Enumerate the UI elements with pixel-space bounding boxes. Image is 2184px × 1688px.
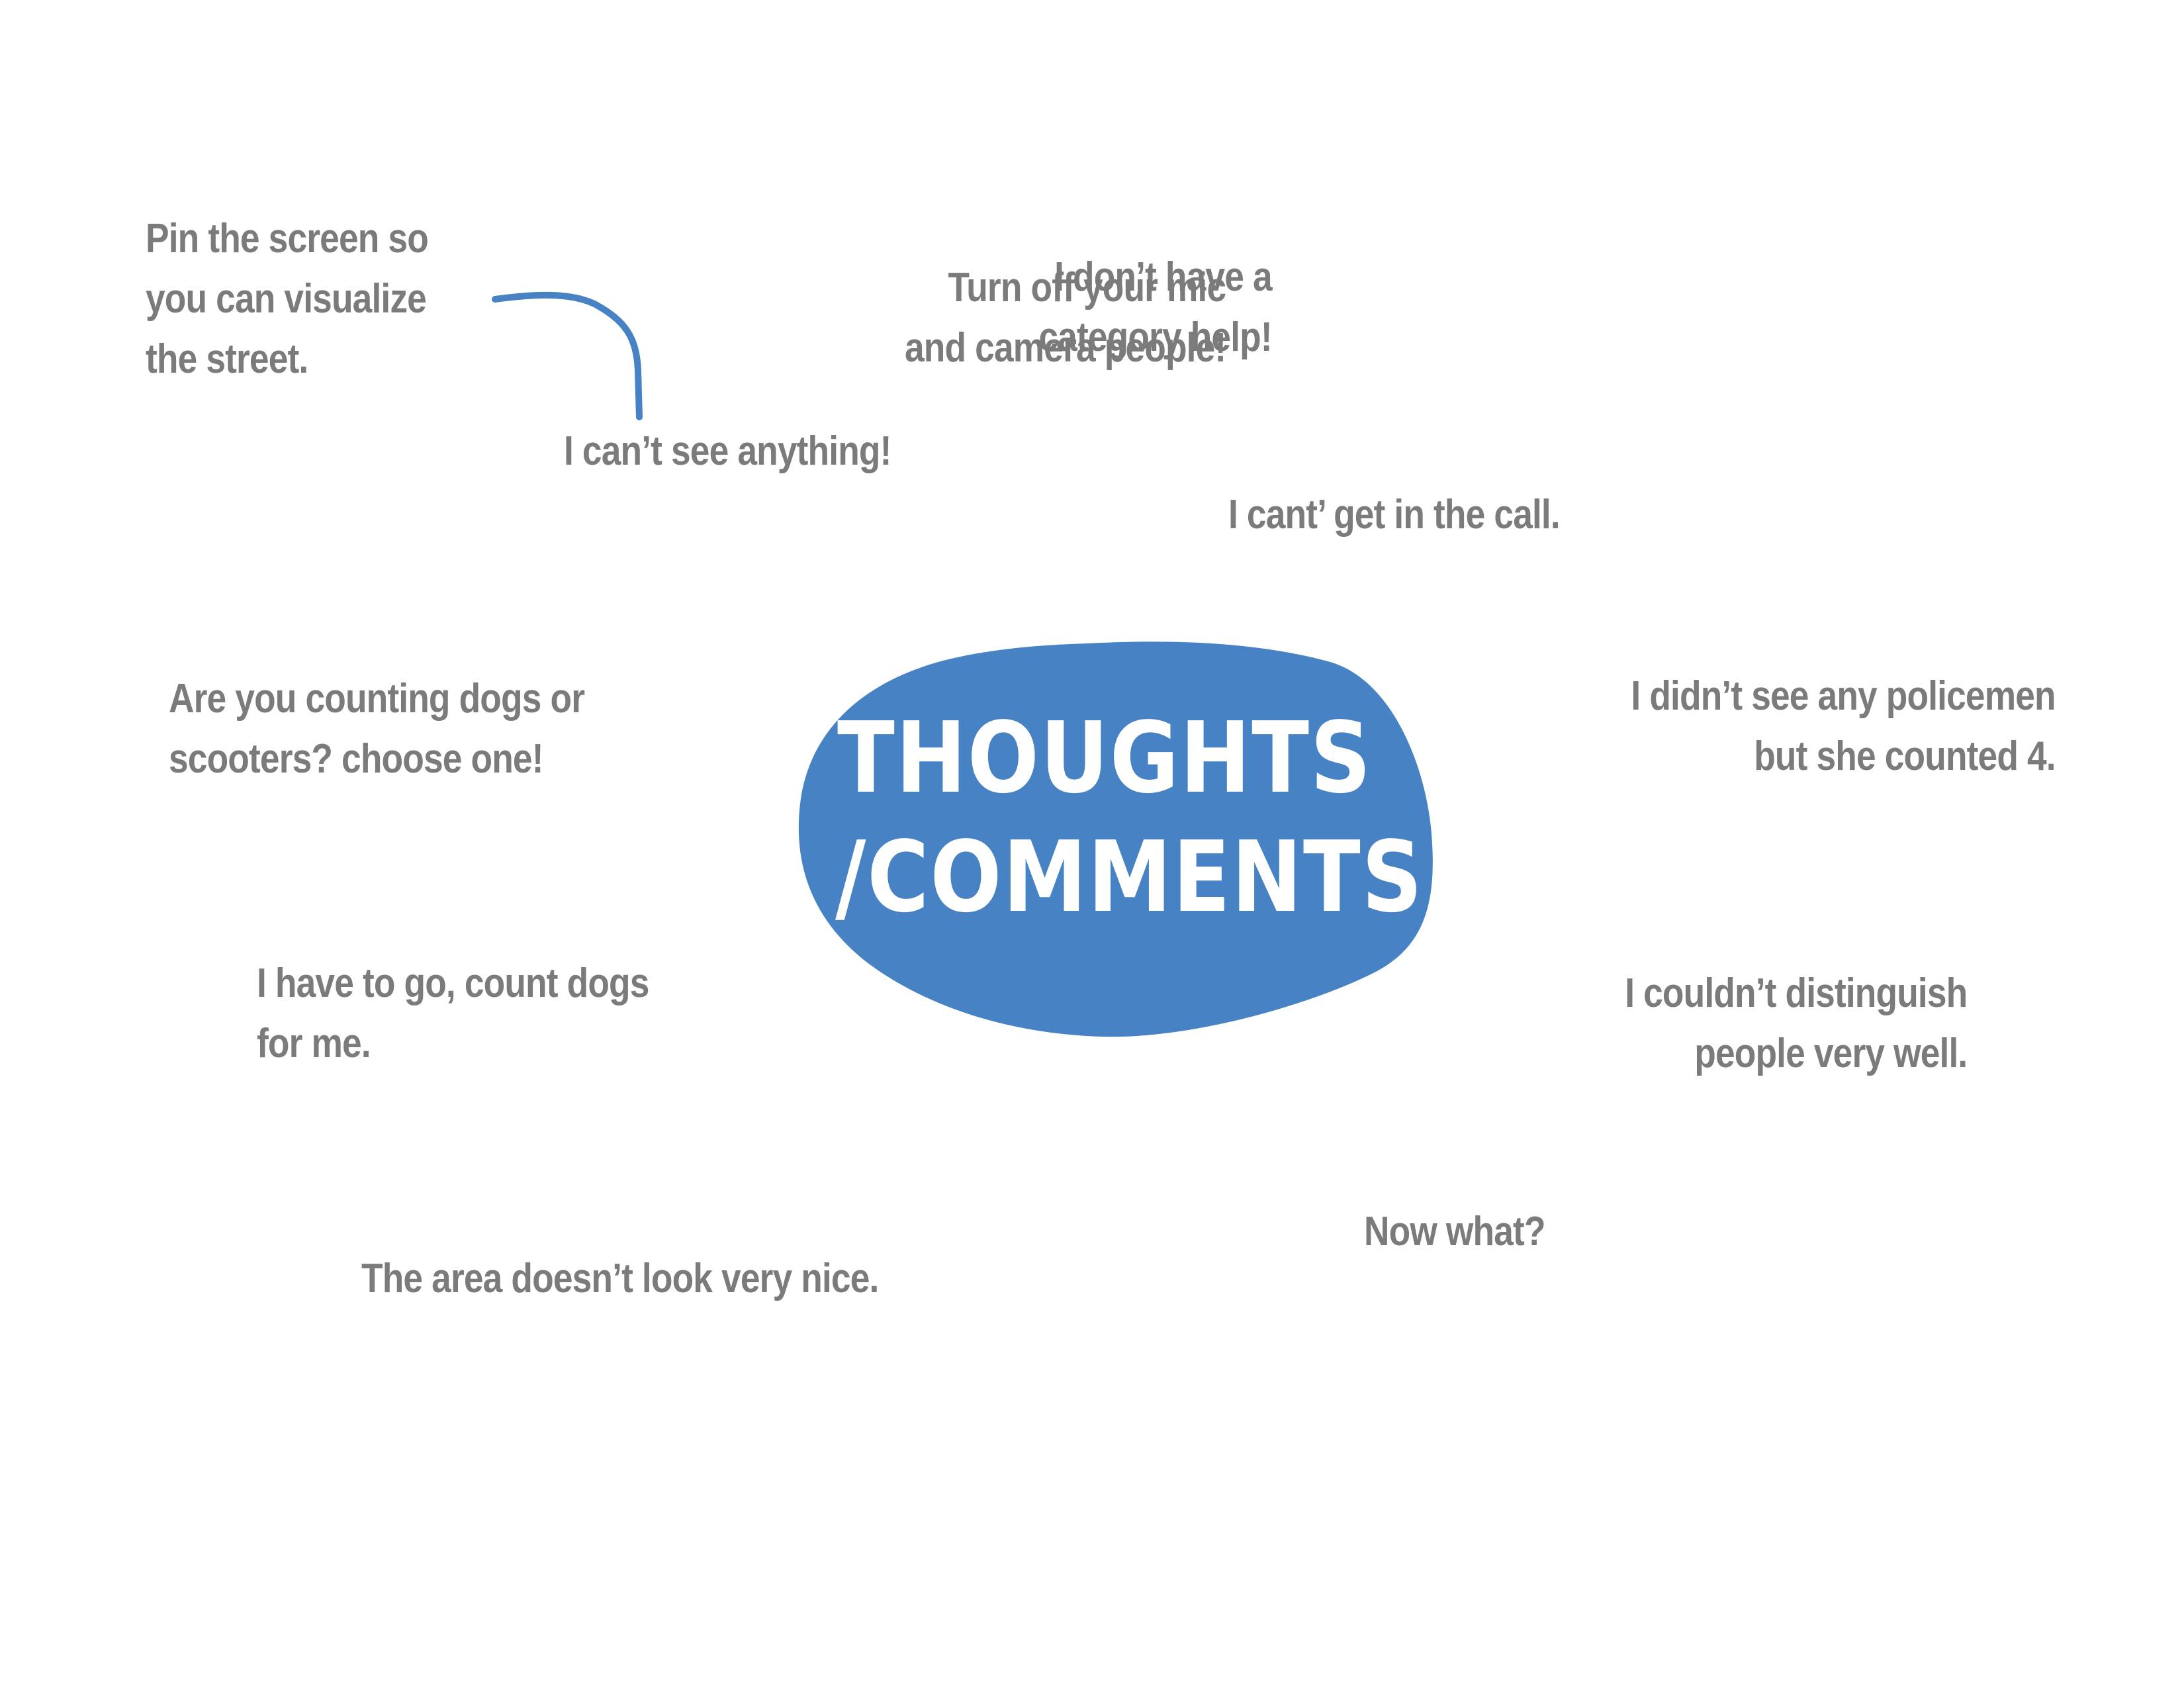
note-have-to-go: I have to go, count dogs for me. [257, 961, 649, 1066]
note-distinguish-people: I couldn’t distinguish people very well. [1624, 970, 1968, 1076]
note-pin-screen: Pin the screen so you can visualize the … [146, 216, 429, 382]
note-cant-get-in-call: I cant’ get in the call. [1228, 492, 1561, 538]
canvas: THOUGHTS /COMMENTS Pin the screen so you… [0, 0, 2184, 1688]
note-policemen: I didn’t see any policemen but she count… [1631, 673, 2056, 779]
note-dogs-or-scooters: Are you counting dogs or scooters? choos… [169, 676, 585, 782]
note-area-not-nice: The area doesn’t look very nice. [361, 1256, 879, 1301]
center-title-line-1: THOUGHTS [837, 701, 1373, 815]
connector-curve [492, 291, 643, 420]
note-now-what: Now what? [1364, 1209, 1546, 1254]
note-turn-off-mic: Turn off your mic and camera people! [904, 265, 1226, 371]
center-title-line-2: /COMMENTS [835, 820, 1424, 934]
note-cant-see-anything: I can’t see anything! [564, 428, 891, 474]
